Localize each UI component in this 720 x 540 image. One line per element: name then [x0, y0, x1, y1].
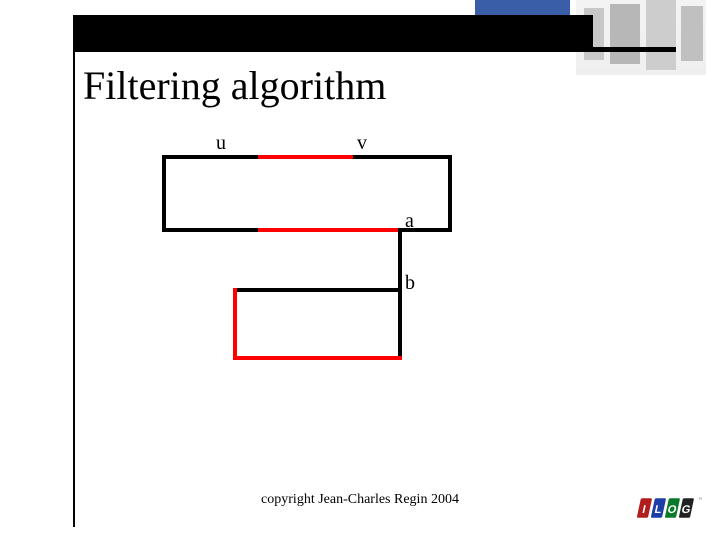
diagram-label-v: v	[357, 132, 367, 155]
copyright-text: copyright Jean-Charles Regin 2004	[0, 492, 720, 508]
slide-root: Filtering algorithm u v a b copyright Je…	[0, 0, 720, 540]
diagram-svg	[0, 0, 720, 540]
diagram-label-u: u	[216, 132, 226, 155]
diagram-label-b: b	[405, 272, 415, 295]
ilog-logo: I L O G ™	[632, 494, 702, 522]
svg-text:™: ™	[699, 497, 703, 503]
diagram-label-a: a	[405, 210, 414, 233]
